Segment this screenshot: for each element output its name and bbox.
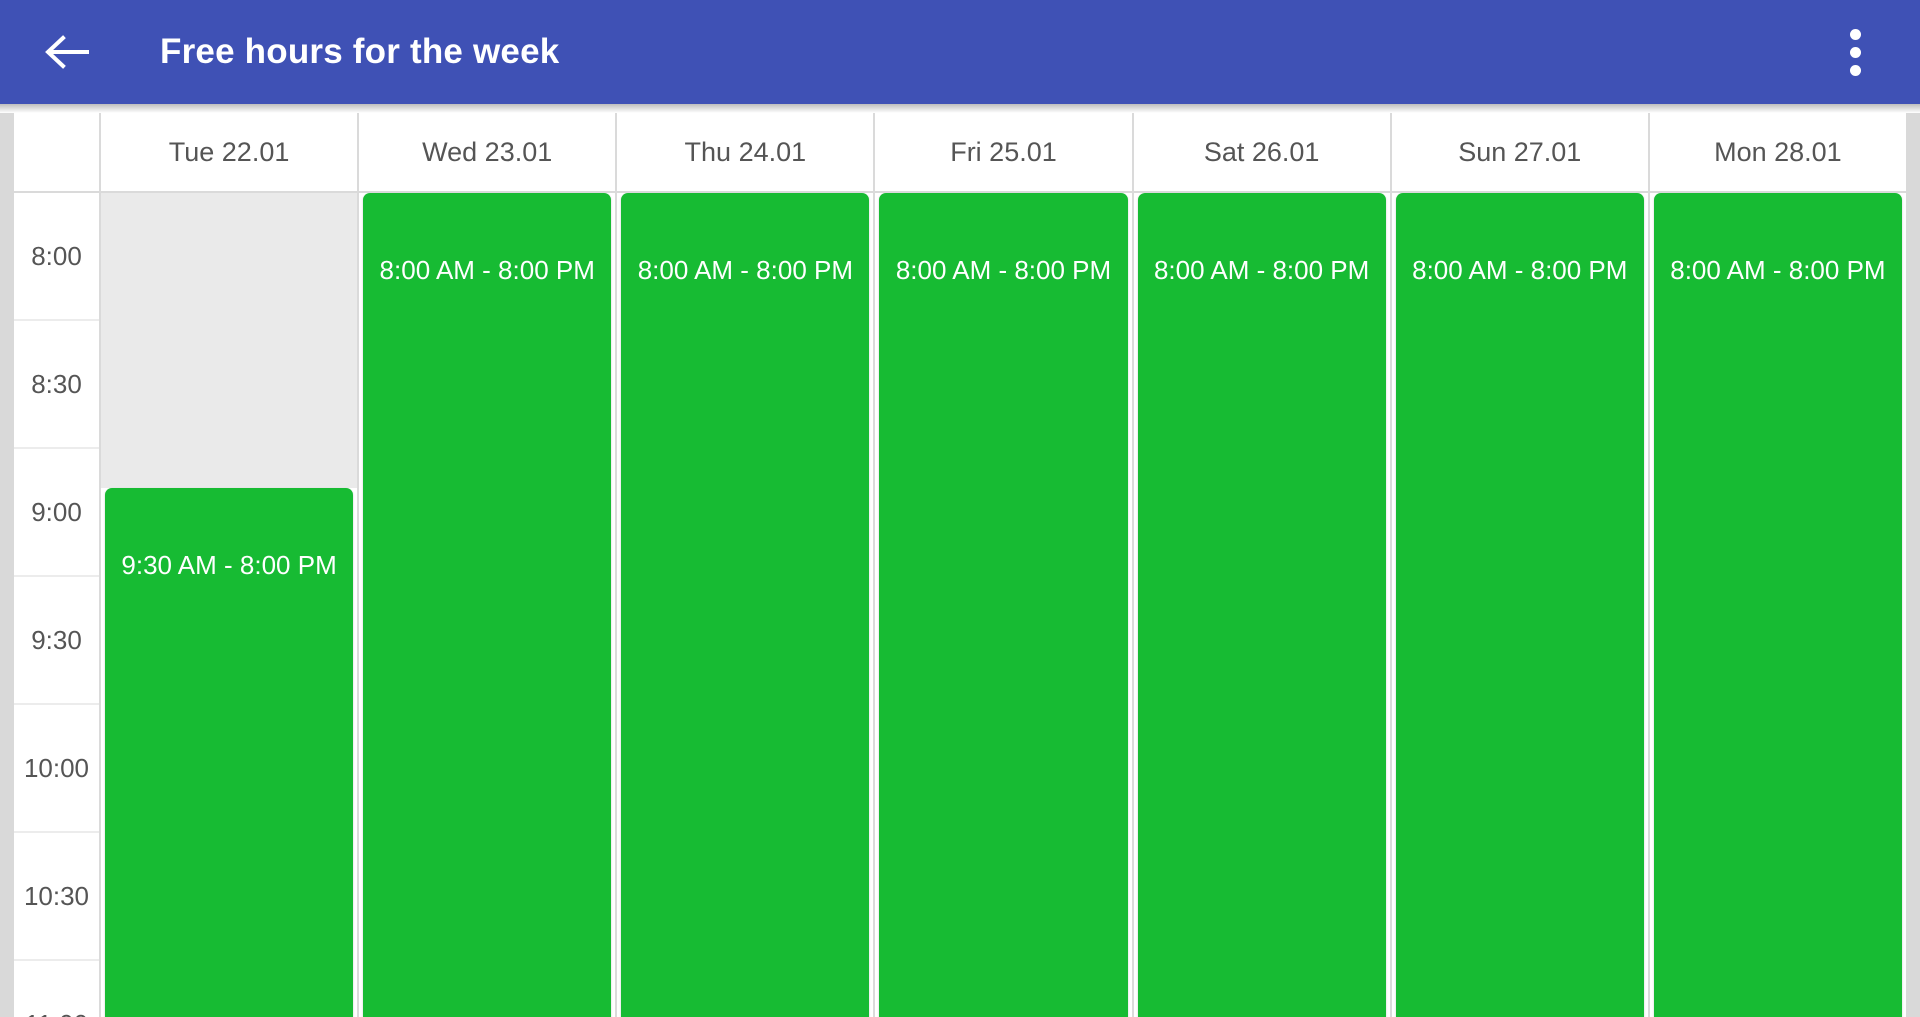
- day-header-3[interactable]: Fri 25.01: [875, 113, 1134, 193]
- app-bar: Free hours for the week: [0, 0, 1920, 104]
- day-column-0[interactable]: 9:30 AM - 8:00 PM: [101, 193, 360, 1017]
- time-label-2: 9:00: [14, 449, 99, 577]
- free-hours-event-6[interactable]: 8:00 AM - 8:00 PM: [1653, 193, 1902, 1017]
- free-hours-event-5[interactable]: 8:00 AM - 8:00 PM: [1395, 193, 1644, 1017]
- time-label-0: 8:00: [14, 193, 99, 321]
- event-time-label-4: 8:00 AM - 8:00 PM: [1153, 255, 1370, 285]
- free-hours-event-3[interactable]: 8:00 AM - 8:00 PM: [879, 193, 1128, 1017]
- day-column-3[interactable]: 8:00 AM - 8:00 PM: [875, 193, 1134, 1017]
- calendar-corner-cell: [14, 113, 101, 193]
- event-time-label-6: 8:00 AM - 8:00 PM: [1670, 255, 1886, 285]
- event-time-label-2: 8:00 AM - 8:00 PM: [637, 255, 854, 285]
- calendar-frame: Tue 22.01 Wed 23.01 Thu 24.01 Fri 25.01 …: [0, 113, 1920, 1017]
- app-bar-shadow: [0, 104, 1920, 113]
- day-column-5[interactable]: 8:00 AM - 8:00 PM: [1391, 193, 1650, 1017]
- unavailable-block-0: [101, 193, 358, 488]
- free-hours-event-1[interactable]: 8:00 AM - 8:00 PM: [363, 193, 612, 1017]
- time-label-5: 10:30: [14, 833, 99, 961]
- day-header-0[interactable]: Tue 22.01: [101, 113, 360, 193]
- overflow-menu-button[interactable]: [1812, 0, 1898, 104]
- arrow-left-icon: [43, 32, 89, 72]
- day-column-4[interactable]: 8:00 AM - 8:00 PM: [1133, 193, 1392, 1017]
- more-vertical-icon-dot-1: [1849, 28, 1861, 40]
- day-header-2[interactable]: Thu 24.01: [617, 113, 876, 193]
- time-gutter: 8:00 8:30 9:00 9:30 10:00 10:30 11:00: [14, 193, 101, 1017]
- day-column-6[interactable]: 8:00 AM - 8:00 PM: [1649, 193, 1906, 1017]
- more-vertical-icon-dot-3: [1849, 64, 1861, 76]
- event-time-label-1: 8:00 AM - 8:00 PM: [379, 255, 595, 285]
- day-column-2[interactable]: 8:00 AM - 8:00 PM: [617, 193, 876, 1017]
- event-time-label-5: 8:00 AM - 8:00 PM: [1412, 255, 1628, 285]
- more-vertical-icon-dot-2: [1849, 46, 1861, 58]
- calendar-body: 8:00 8:30 9:00 9:30 10:00 10:30 11:00 9:…: [14, 193, 1906, 1017]
- free-hours-event-0[interactable]: 9:30 AM - 8:00 PM: [105, 488, 354, 1017]
- day-header-1[interactable]: Wed 23.01: [359, 113, 618, 193]
- back-button[interactable]: [18, 0, 114, 104]
- event-time-label-3: 8:00 AM - 8:00 PM: [895, 255, 1112, 285]
- time-label-6: 11:00: [14, 961, 99, 1017]
- time-label-1: 8:30: [14, 321, 99, 449]
- time-label-3: 9:30: [14, 577, 99, 705]
- day-header-5[interactable]: Sun 27.01: [1391, 113, 1650, 193]
- day-column-1[interactable]: 8:00 AM - 8:00 PM: [359, 193, 618, 1017]
- time-label-4: 10:00: [14, 705, 99, 833]
- page-title: Free hours for the week: [160, 32, 560, 71]
- free-hours-event-4[interactable]: 8:00 AM - 8:00 PM: [1137, 193, 1386, 1017]
- free-hours-event-2[interactable]: 8:00 AM - 8:00 PM: [621, 193, 870, 1017]
- calendar-header-row: Tue 22.01 Wed 23.01 Thu 24.01 Fri 25.01 …: [14, 113, 1906, 193]
- day-header-4[interactable]: Sat 26.01: [1133, 113, 1392, 193]
- day-header-6[interactable]: Mon 28.01: [1649, 113, 1906, 193]
- event-time-label-0: 9:30 AM - 8:00 PM: [121, 550, 337, 580]
- week-calendar: Tue 22.01 Wed 23.01 Thu 24.01 Fri 25.01 …: [14, 113, 1906, 1017]
- day-columns: 9:30 AM - 8:00 PM 8:00 AM - 8:00 PM 8:00…: [101, 193, 1906, 1017]
